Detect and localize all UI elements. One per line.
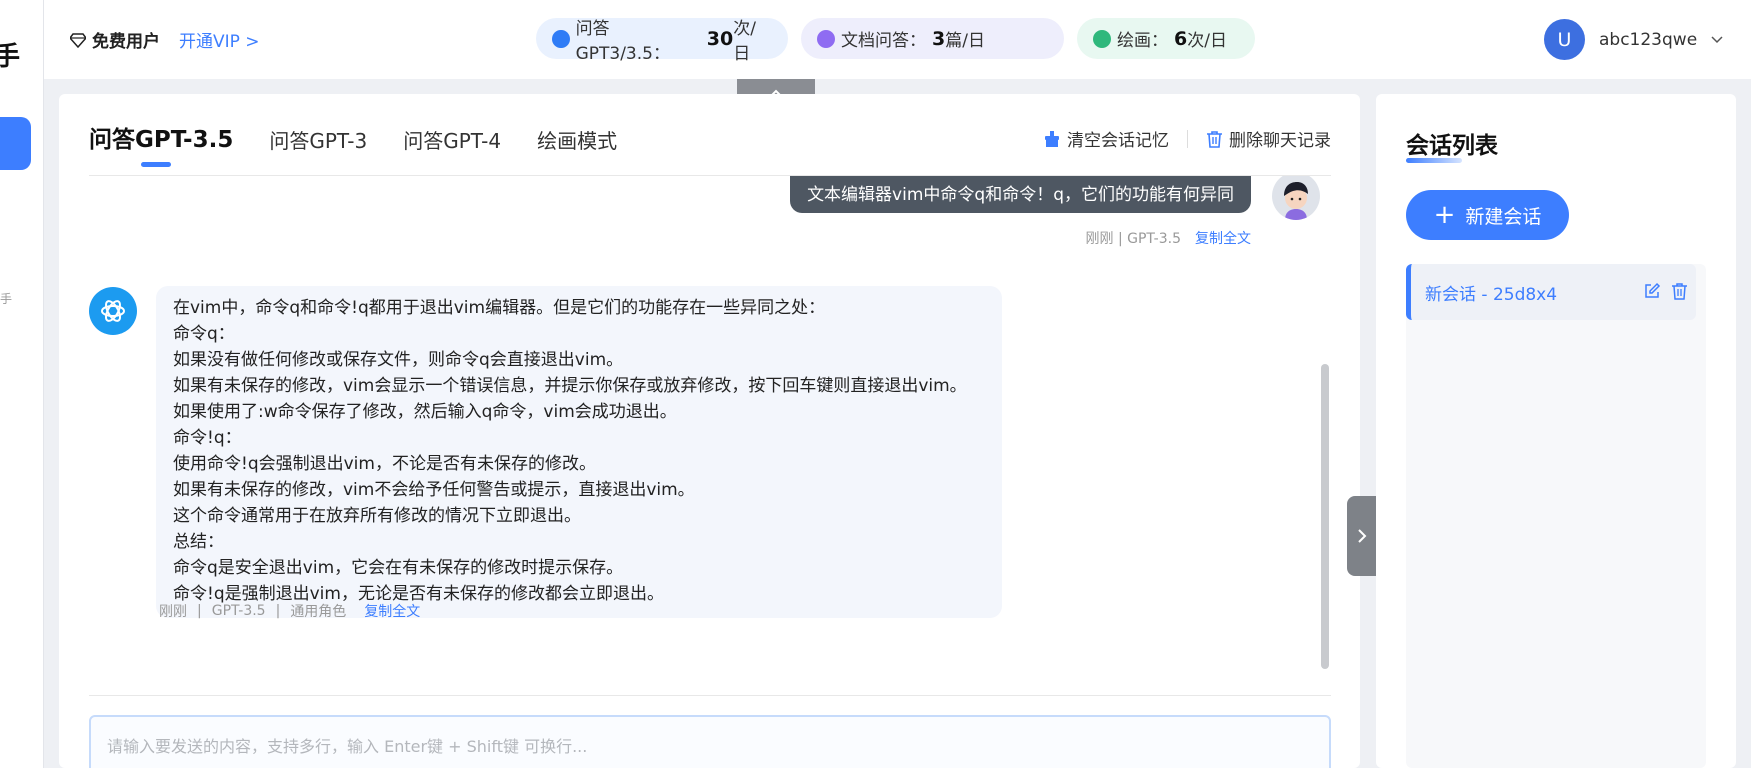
bot-avatar [89, 287, 137, 335]
bot-line: 如果有未保存的修改，vim不会给予任何警告或提示，直接退出vim。 [173, 480, 695, 500]
app-logo-text: 手 [0, 42, 21, 72]
palette-icon [1093, 29, 1111, 48]
tab-gpt-3-5[interactable]: 问答GPT-3.5 [89, 120, 233, 167]
bot-message-role: 通用角色 [290, 604, 347, 620]
copy-user-message-link[interactable]: 复制全文 [1195, 228, 1251, 248]
bot-line: 命令q： [173, 324, 235, 344]
delete-history-button[interactable]: 删除聊天记录 [1206, 126, 1331, 151]
user-type: 免费用户 [70, 27, 160, 52]
message-list-scrollbar[interactable] [1321, 364, 1329, 669]
delete-conversation-icon[interactable] [1671, 282, 1688, 305]
left-sidebar: 手 手 [0, 0, 44, 768]
toggle-right-panel-button[interactable] [1347, 496, 1377, 576]
quota-drawing-label: 绘画： [1117, 31, 1168, 51]
new-conversation-label: 新建会话 [1465, 205, 1542, 228]
bot-line: 在vim中，命令q和命令!q都用于退出vim编辑器。但是它们的功能存在一些异同之… [173, 298, 826, 318]
broom-icon [1045, 130, 1059, 147]
user-type-label: 免费用户 [92, 32, 160, 52]
username: abc123qwe [1599, 29, 1698, 50]
bot-line: 如果没有做任何修改或保存文件，则命令q会直接退出vim。 [173, 350, 624, 370]
quota-chat-unit: 次/日 [733, 18, 756, 64]
sidebar-active-item[interactable] [0, 117, 31, 170]
chat-bubble-icon [552, 29, 570, 48]
quota-chat-label: 问答GPT3/3.5： [575, 18, 670, 64]
bot-line: 如果使用了:w命令保存了修改，然后输入q命令，vim会成功退出。 [173, 402, 677, 422]
message-input-box [89, 715, 1331, 768]
conversation-item-label: 新会话 - 25d8x4 [1425, 284, 1558, 305]
chevron-right-icon [1358, 529, 1367, 543]
sidebar-stub-text: 手 [0, 292, 13, 306]
quota-document-label: 文档问答： [841, 31, 926, 51]
bot-line: 如果有未保存的修改，vim会显示一个错误信息，并提示你保存或放弃修改，按下回车键… [173, 376, 967, 396]
avatar: U [1544, 19, 1585, 60]
quota-chat-count: 30 [706, 27, 734, 50]
message-input[interactable] [91, 717, 1329, 768]
bot-line: 使用命令!q会强制退出vim，不论是否有未保存的修改。 [173, 454, 596, 474]
tab-gpt-3[interactable]: 问答GPT-3 [269, 125, 367, 154]
bot-line: 命令!q： [173, 428, 242, 448]
meta-separator: | [197, 603, 202, 619]
quota-drawing: 绘画： 6 次/日 [1077, 18, 1255, 59]
top-header: 免费用户 开通VIP > 问答GPT3/3.5： 30 次/日 文档问答： 3 篇/日 … [44, 0, 1751, 79]
clear-memory-label: 清空会话记忆 [1067, 131, 1169, 151]
bot-line: 总结： [173, 532, 224, 552]
bot-message-time: 刚刚 [159, 604, 187, 620]
chevron-down-icon [1711, 35, 1723, 43]
user-message-meta: 刚刚 | GPT-3.5 复制全文 [1086, 228, 1252, 248]
meta-separator: | [275, 603, 281, 619]
trash-icon [1207, 130, 1222, 148]
conversation-panel: 会话列表 + 新建会话 新会话 - 25d8x4 [1376, 94, 1736, 768]
message-list: 文本编辑器vim中命令q和命令！q，它们的功能有何异同 刚刚 | GPT-3.5… [89, 176, 1331, 670]
upgrade-vip-link[interactable]: 开通VIP > [179, 27, 260, 52]
input-divider [89, 695, 1331, 696]
user-menu[interactable]: U abc123qwe [1544, 19, 1723, 60]
new-conversation-button[interactable]: + 新建会话 [1406, 190, 1569, 240]
user-message-bubble: 文本编辑器vim中命令q和命令！q，它们的功能有何异同 [790, 176, 1251, 213]
toolbar-divider [1187, 129, 1188, 148]
bot-message-meta: 刚刚 | GPT-3.5 | 通用角色 复制全文 [159, 601, 420, 621]
document-chat-icon [817, 29, 835, 48]
tab-drawing[interactable]: 绘画模式 [537, 125, 617, 154]
tab-gpt-4[interactable]: 问答GPT-4 [403, 125, 501, 154]
bot-message-bubble: 在vim中，命令q和命令!q都用于退出vim编辑器。但是它们的功能存在一些异同之… [156, 286, 1002, 618]
chat-toolbar: 清空会话记忆 删除聊天记录 [1043, 126, 1331, 151]
openai-icon [101, 300, 125, 322]
mode-tabs: 问答GPT-3.5 问答GPT-3 问答GPT-4 绘画模式 [89, 120, 617, 167]
conversation-list: 新会话 - 25d8x4 [1406, 264, 1706, 768]
delete-history-label: 删除聊天记录 [1229, 131, 1331, 151]
edit-icon[interactable] [1643, 282, 1661, 305]
quota-document-unit: 篇/日 [945, 31, 985, 51]
quota-drawing-unit: 次/日 [1187, 31, 1227, 51]
quota-drawing-count: 6 [1174, 27, 1188, 50]
conversation-item-actions [1643, 282, 1688, 305]
diamond-icon [70, 32, 86, 48]
user-avatar [1272, 176, 1320, 220]
bot-line: 这个命令通常用于在放弃所有修改的情况下立即退出。 [173, 506, 581, 526]
user-message-time-model: 刚刚 | GPT-3.5 [1085, 231, 1182, 247]
user-avatar-illustration [1284, 182, 1308, 220]
quota-chat: 问答GPT3/3.5： 30 次/日 [536, 18, 788, 64]
conversation-panel-title: 会话列表 [1406, 133, 1498, 159]
chat-panel: 问答GPT-3.5 问答GPT-3 问答GPT-4 绘画模式 清空会话记忆 删除… [59, 94, 1360, 768]
quota-document-count: 3 [932, 27, 946, 50]
conversation-item[interactable]: 新会话 - 25d8x4 [1406, 264, 1696, 320]
clear-memory-button[interactable]: 清空会话记忆 [1043, 126, 1169, 151]
plus-icon: + [1433, 200, 1456, 230]
quota-document: 文档问答： 3 篇/日 [801, 18, 1064, 59]
copy-bot-message-link[interactable]: 复制全文 [364, 601, 420, 621]
bot-message-model: GPT-3.5 [211, 603, 266, 619]
bot-line: 命令q是安全退出vim，它会在有未保存的修改时提示保存。 [173, 558, 624, 578]
title-underline [1406, 158, 1462, 163]
